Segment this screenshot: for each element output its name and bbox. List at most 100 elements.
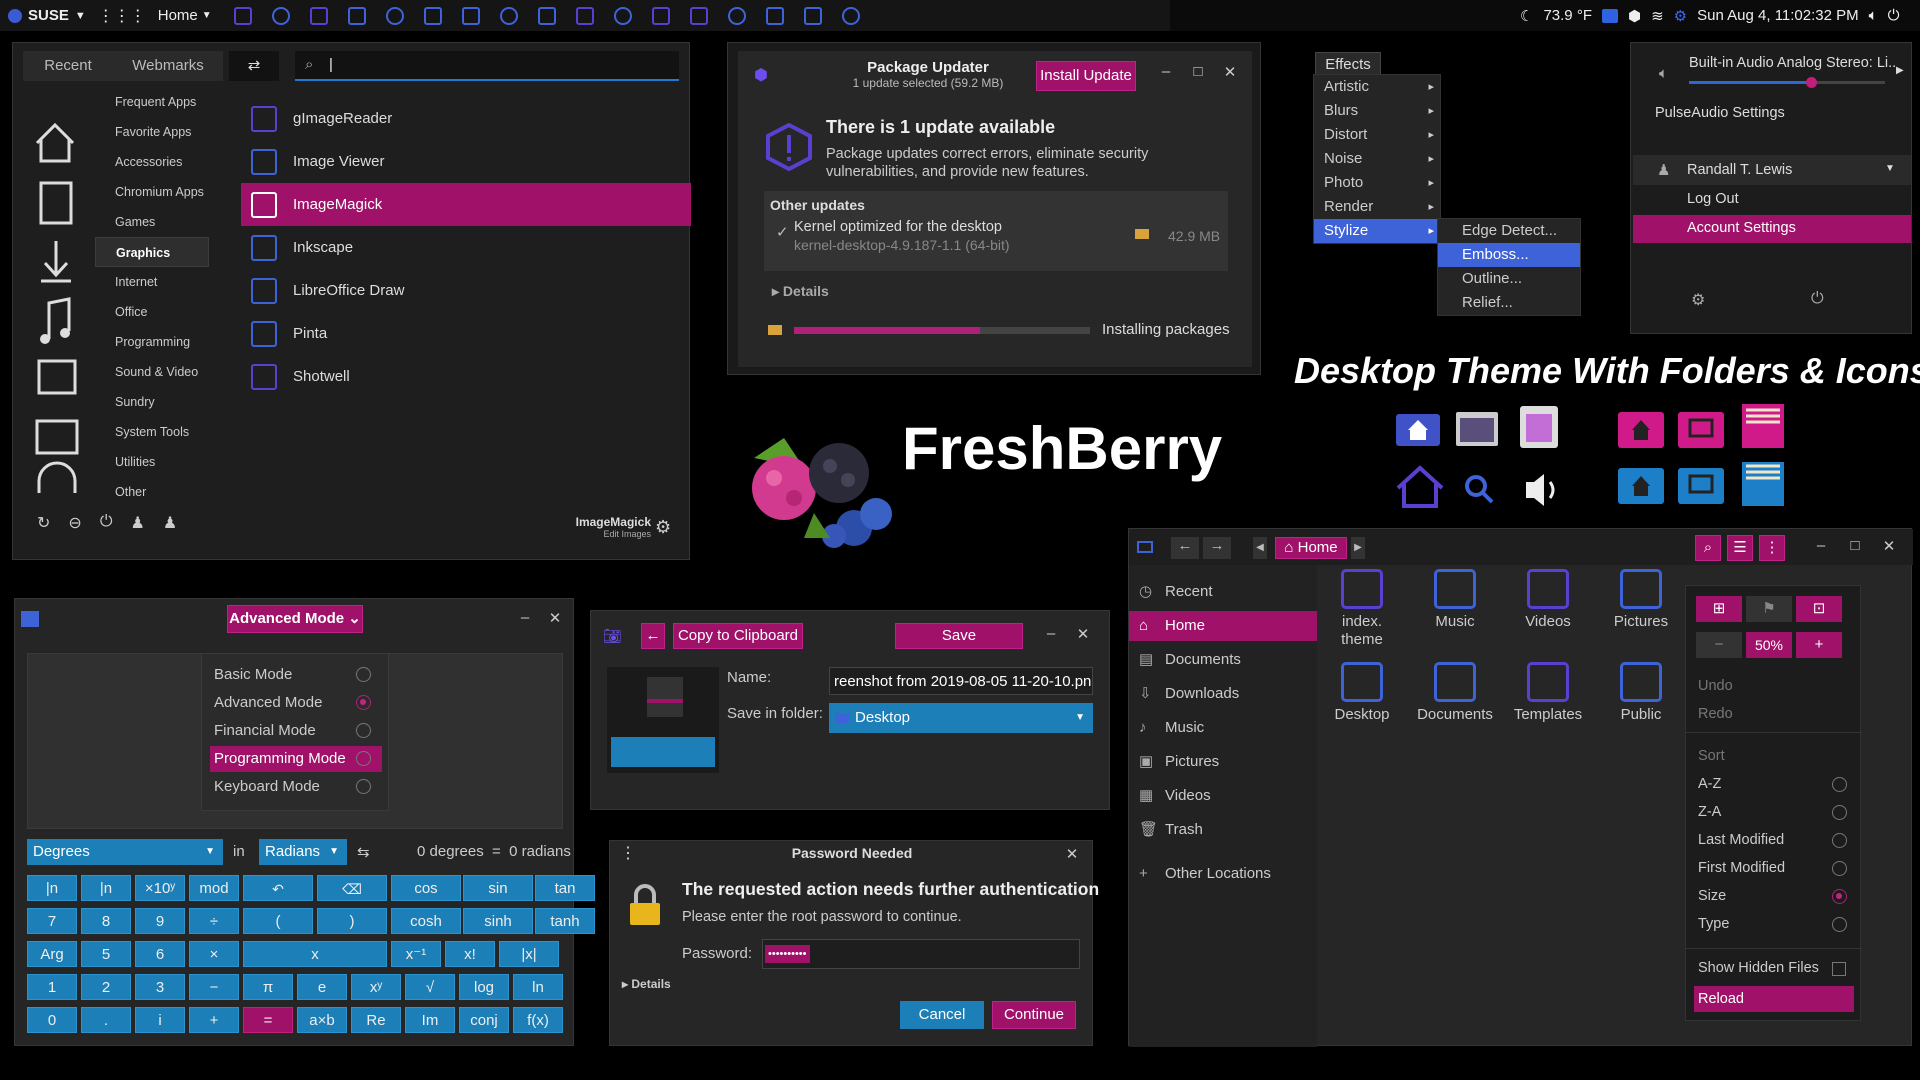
calc-key[interactable]: =	[243, 1007, 293, 1033]
zoom-out-button[interactable]: −	[1696, 632, 1742, 658]
effects-item-photo[interactable]: Photo ▸	[1314, 171, 1440, 195]
search-input[interactable]: ⌕ |	[295, 51, 679, 81]
editor-icon[interactable]	[803, 6, 822, 25]
back-button[interactable]: ←	[1171, 537, 1199, 559]
calc-key[interactable]: ↶	[243, 875, 313, 901]
view-toggle-button[interactable]: ☰	[1727, 535, 1753, 561]
calc-key[interactable]: Im	[405, 1007, 455, 1033]
save-button[interactable]: Save	[895, 623, 1023, 649]
refresh-icon[interactable]: ↻	[37, 513, 50, 533]
mode-option[interactable]: Programming Mode	[210, 746, 382, 772]
krita-icon[interactable]	[233, 6, 252, 25]
chrome-icon[interactable]	[309, 6, 328, 25]
calc-key[interactable]: |n	[81, 875, 131, 901]
category-utilities[interactable]: Utilities	[95, 447, 191, 477]
sidebar-item-documents[interactable]: ▤ Documents	[1129, 645, 1317, 675]
install-update-button[interactable]: Install Update	[1036, 61, 1136, 91]
stylize-item[interactable]: Edge Detect...	[1438, 219, 1580, 243]
effects-item-render[interactable]: Render ▸	[1314, 195, 1440, 219]
home-menu[interactable]: Home ▼	[152, 0, 218, 31]
mode-radio[interactable]	[356, 779, 371, 794]
calc-key[interactable]: conj	[459, 1007, 509, 1033]
effects-item-artistic[interactable]: Artistic ▸	[1314, 75, 1440, 99]
sort-radio[interactable]	[1832, 805, 1847, 820]
checkbox[interactable]	[1832, 962, 1846, 976]
firefox-icon[interactable]	[271, 6, 290, 25]
app-item[interactable]: Inkscape	[241, 226, 691, 269]
logout-item[interactable]: Log Out	[1687, 191, 1739, 207]
calc-key[interactable]: 6	[135, 941, 185, 967]
app-item[interactable]: Image Viewer	[241, 140, 691, 183]
path-right-button[interactable]: ▶	[1351, 537, 1365, 559]
category-graphics[interactable]: Graphics	[95, 237, 209, 267]
breadcrumb-home[interactable]: ⌂ Home	[1275, 537, 1347, 559]
sidebar-item-videos[interactable]: ▦ Videos	[1129, 781, 1317, 811]
calc-key[interactable]: tanh	[535, 908, 595, 934]
calc-key[interactable]: .	[81, 1007, 131, 1033]
effects-item-blurs[interactable]: Blurs ▸	[1314, 99, 1440, 123]
category-games[interactable]: Games	[95, 207, 191, 237]
app-item[interactable]: ImageMagick	[241, 183, 691, 226]
mode-radio[interactable]	[356, 751, 371, 766]
calc-key[interactable]: cosh	[391, 908, 461, 934]
redo-item[interactable]: Redo	[1698, 706, 1733, 722]
mode-menu-button[interactable]: Advanced Mode ⌄	[227, 605, 363, 633]
effects-menu-title[interactable]: Effects	[1315, 52, 1381, 76]
power-icon[interactable]: ⏻	[1888, 7, 1900, 24]
calc-key[interactable]: (	[243, 908, 313, 934]
calc-key[interactable]: log	[459, 974, 509, 1000]
cancel-button[interactable]: Cancel	[900, 1001, 984, 1029]
close-button[interactable]: ✕	[1062, 845, 1082, 863]
category-office[interactable]: Office	[95, 297, 191, 327]
close-button[interactable]: ✕	[545, 609, 565, 627]
settings-icon[interactable]	[689, 6, 708, 25]
sort-option[interactable]: Size	[1686, 884, 1862, 910]
details-expander[interactable]: ▸ Details	[622, 977, 671, 991]
category-favorite-apps[interactable]: Favorite Apps	[95, 117, 191, 147]
folder-select[interactable]: Desktop ▼	[829, 703, 1093, 733]
tab-recent[interactable]: Recent	[23, 51, 113, 81]
user-switch-icon[interactable]: ♟	[163, 513, 177, 533]
lock-icon[interactable]: ⊖	[68, 513, 81, 533]
apps-grid-icon[interactable]: ⋮⋮⋮	[92, 0, 152, 31]
effects-item-distort[interactable]: Distort ▸	[1314, 123, 1440, 147]
sidebar-item-other-locations[interactable]: + Other Locations	[1129, 859, 1317, 889]
calc-key[interactable]: 2	[81, 974, 131, 1000]
mode-option[interactable]: Financial Mode	[210, 718, 382, 744]
zoom-in-button[interactable]: +	[1796, 632, 1842, 658]
mail-icon[interactable]	[841, 6, 860, 25]
calc-key[interactable]: e	[297, 974, 347, 1000]
calc-key[interactable]: Re	[351, 1007, 401, 1033]
effects-item-stylize[interactable]: Stylize ▸	[1314, 219, 1440, 243]
calc-key[interactable]: ln	[513, 974, 563, 1000]
mode-option[interactable]: Advanced Mode	[210, 690, 382, 716]
desktop-folder[interactable]: Desktop	[1319, 662, 1405, 724]
minimize-button[interactable]: –	[515, 609, 535, 626]
continue-button[interactable]: Continue	[992, 1001, 1076, 1029]
maximize-button[interactable]: □	[1845, 537, 1865, 554]
maximize-button[interactable]: □	[1188, 63, 1208, 80]
toggle-icon[interactable]: ⇄	[229, 51, 279, 81]
mode-radio[interactable]	[356, 723, 371, 738]
volume-icon[interactable]: 🔈︎	[1869, 7, 1878, 24]
settings-icon[interactable]: ⚙	[655, 517, 671, 538]
unit-to-select[interactable]: Radians ▼	[259, 839, 347, 865]
calc-key[interactable]: a×b	[297, 1007, 347, 1033]
music-folder[interactable]: Music	[1412, 569, 1498, 631]
app-item[interactable]: Pinta	[241, 312, 691, 355]
terminal-icon[interactable]	[385, 6, 404, 25]
minimize-button[interactable]: –	[1811, 537, 1831, 554]
calc-key[interactable]: |n	[27, 875, 77, 901]
calc-key[interactable]: )	[317, 908, 387, 934]
calc-key[interactable]: 1	[27, 974, 77, 1000]
sort-radio[interactable]	[1832, 833, 1847, 848]
unit-from-select[interactable]: Degrees ▼	[27, 839, 223, 865]
swap-units-icon[interactable]: ⇆	[357, 843, 370, 861]
power-icon[interactable]: ⏻	[100, 513, 113, 533]
calc-key[interactable]: 9	[135, 908, 185, 934]
audio-device[interactable]: Built-in Audio Analog Stereo: Li...	[1689, 55, 1897, 71]
category-sundry[interactable]: Sundry	[95, 387, 191, 417]
clock[interactable]: Sun Aug 4, 11:02:32 PM	[1697, 7, 1859, 24]
calc-key[interactable]: ÷	[189, 908, 239, 934]
new-folder-icon[interactable]: ⊞	[1696, 596, 1742, 622]
